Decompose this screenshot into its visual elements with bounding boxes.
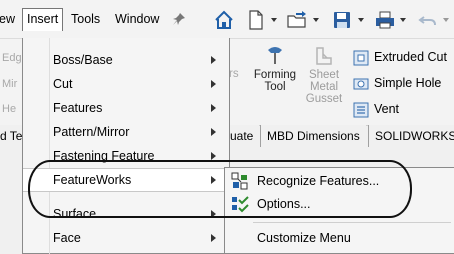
options-checklist-icon	[232, 196, 249, 213]
menu-item-surface[interactable]: Surface	[23, 202, 229, 226]
recognize-features-label: Recognize Features...	[257, 174, 380, 188]
menu-item-fastening-feature[interactable]: Fastening Feature	[23, 144, 229, 168]
extruded-cut-button[interactable]: Extruded Cut	[352, 46, 447, 68]
undo-icon[interactable]	[417, 9, 439, 31]
vent-button[interactable]: Vent	[352, 98, 399, 120]
new-document-icon[interactable]	[245, 9, 267, 31]
menu-insert[interactable]: Insert	[22, 8, 64, 31]
menu-item-features[interactable]: Features	[23, 96, 229, 120]
chevron-down-icon[interactable]	[357, 16, 365, 24]
menu-item-label: Cut	[53, 77, 73, 91]
menu-item-featureworks[interactable]: FeatureWorks	[23, 168, 229, 192]
chevron-down-icon[interactable]	[442, 16, 450, 24]
gusset-label-1: Sheet	[308, 69, 340, 81]
submenu-arrow-icon	[211, 210, 216, 218]
menu-item-cut[interactable]: Cut	[23, 72, 229, 96]
menu-item-label: Fastening Feature	[53, 149, 155, 163]
submenu-arrow-icon	[211, 152, 216, 160]
vent-label: Vent	[374, 102, 400, 116]
vent-icon	[353, 102, 369, 118]
menu-item-label: Features	[53, 101, 103, 115]
forming-tool-button[interactable]: Forming Tool	[250, 44, 300, 100]
menu-item-customize-menu[interactable]: Customize Menu	[225, 226, 454, 250]
ribbon-item-mirror: Mir	[2, 78, 18, 90]
options-label: Options...	[257, 197, 311, 211]
submenu-arrow-icon	[211, 176, 216, 184]
sheet-metal-gusset-button[interactable]: Sheet Metal Gusset	[302, 44, 346, 110]
featureworks-submenu: Recognize Features... Options... Customi…	[224, 167, 454, 254]
recognize-features-icon	[231, 172, 248, 190]
menu-item-label: FeatureWorks	[53, 173, 132, 187]
chevron-down-icon[interactable]	[312, 16, 320, 24]
menu-item-options[interactable]: Options...	[225, 192, 454, 216]
menu-item-recognize-features[interactable]: Recognize Features...	[225, 169, 454, 193]
extruded-cut-icon	[353, 50, 369, 66]
menu-item-boss-base[interactable]: Boss/Base	[23, 48, 229, 72]
open-folder-icon[interactable]	[286, 9, 308, 31]
gusset-label-2: Metal	[309, 81, 339, 93]
ribbon-item-edge: Edg	[2, 52, 22, 64]
menu-item-label: Boss/Base	[53, 53, 113, 67]
submenu-arrow-icon	[211, 234, 216, 242]
save-icon[interactable]	[331, 9, 353, 31]
menu-item-face[interactable]: Face	[23, 226, 229, 250]
insert-menu-dropdown: Boss/Base Cut Features Pattern/Mirror Fa…	[22, 38, 230, 254]
simple-hole-label: Simple Hole	[374, 76, 442, 90]
menu-item-label: Surface	[53, 207, 97, 221]
forming-tool-icon	[268, 47, 282, 64]
menu-tools[interactable]: Tools	[67, 9, 104, 29]
forming-tool-label-1: Forming	[253, 69, 297, 81]
ribbon-item-hem: He	[2, 103, 17, 115]
print-icon[interactable]	[374, 9, 396, 31]
menu-item-pattern-mirror[interactable]: Pattern/Mirror	[23, 120, 229, 144]
submenu-arrow-icon	[211, 128, 216, 136]
menu-item-label: Face	[53, 231, 81, 245]
home-icon[interactable]	[213, 9, 235, 31]
extruded-cut-label: Extruded Cut	[374, 50, 447, 64]
simple-hole-icon	[353, 78, 369, 90]
gusset-icon	[316, 47, 332, 65]
pin-icon[interactable]	[172, 12, 186, 26]
submenu-arrow-icon	[211, 80, 216, 88]
chevron-down-icon[interactable]	[270, 16, 278, 24]
menu-divider	[253, 222, 451, 223]
simple-hole-button[interactable]: Simple Hole	[352, 72, 441, 94]
chevron-down-icon[interactable]	[399, 16, 407, 24]
ribbon-faded-text: rs	[229, 68, 239, 80]
customize-menu-label: Customize Menu	[257, 231, 351, 245]
menu-item-label: Pattern/Mirror	[53, 125, 130, 139]
gusset-label-3: Gusset	[305, 93, 343, 105]
menu-window[interactable]: Window	[111, 9, 163, 29]
tab-solidworks-addins[interactable]: SOLIDWORKS A	[368, 125, 454, 165]
submenu-arrow-icon	[211, 56, 216, 64]
forming-tool-label-2: Tool	[264, 81, 286, 93]
menu-view[interactable]: ew	[0, 9, 19, 29]
tab-mbd-dimensions[interactable]: MBD Dimensions	[260, 125, 366, 147]
submenu-arrow-icon	[211, 104, 216, 112]
